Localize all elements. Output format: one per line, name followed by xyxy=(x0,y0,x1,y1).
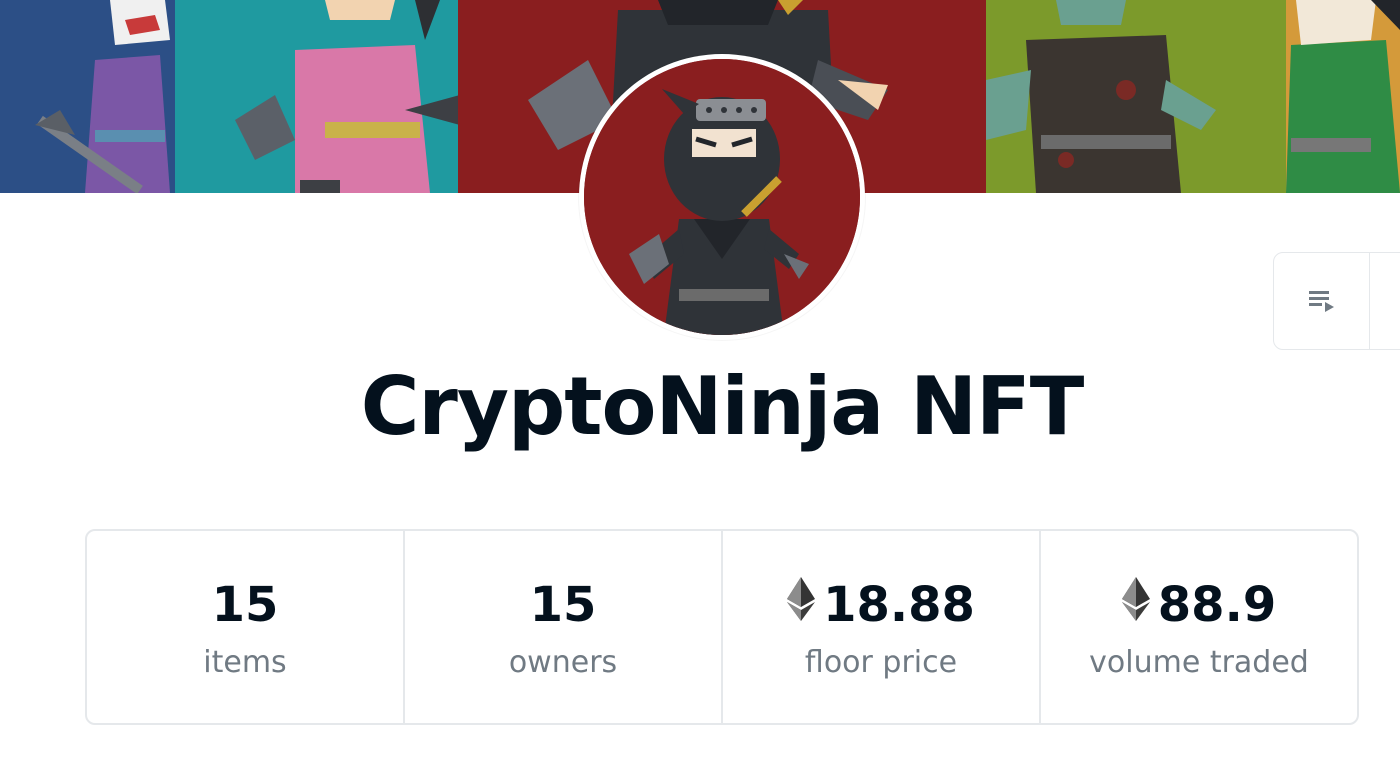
stat-items-label: items xyxy=(203,644,287,680)
banner-panel-1 xyxy=(0,0,175,193)
stat-owners-value: 15 xyxy=(529,576,597,633)
banner-panel-2 xyxy=(175,0,458,193)
collection-title: CryptoNinja NFT xyxy=(360,360,1085,453)
playlist-button[interactable] xyxy=(1274,253,1370,349)
stat-items[interactable]: 15 items xyxy=(87,531,405,723)
stat-volume-traded-value: 88.9 xyxy=(1157,576,1277,633)
banner-panel-5 xyxy=(1286,0,1400,193)
stat-volume-traded[interactable]: 88.9 volume traded xyxy=(1041,531,1357,723)
collection-toolbar xyxy=(1273,252,1400,350)
collection-avatar xyxy=(579,54,865,340)
ethereum-icon xyxy=(1121,576,1150,633)
stat-floor-price-value-row: 18.88 xyxy=(787,575,975,635)
playlist-icon xyxy=(1308,291,1334,312)
stat-floor-price[interactable]: 18.88 floor price xyxy=(723,531,1041,723)
stat-floor-price-label: floor price xyxy=(804,644,958,680)
stat-owners[interactable]: 15 owners xyxy=(405,531,723,723)
toolbar-more-button[interactable] xyxy=(1370,253,1400,349)
stat-volume-value-row: 88.9 xyxy=(1121,575,1277,635)
stat-items-value: 15 xyxy=(211,576,279,633)
ethereum-icon xyxy=(787,576,816,633)
stat-volume-traded-label: volume traded xyxy=(1089,644,1309,680)
ninja-avatar-image xyxy=(584,59,860,335)
collection-stats: 15 items 15 owners 18.88 floor price 88.… xyxy=(85,529,1359,725)
banner-panel-4 xyxy=(986,0,1286,193)
stat-floor-price-value: 18.88 xyxy=(823,576,975,633)
stat-owners-label: owners xyxy=(508,644,618,680)
